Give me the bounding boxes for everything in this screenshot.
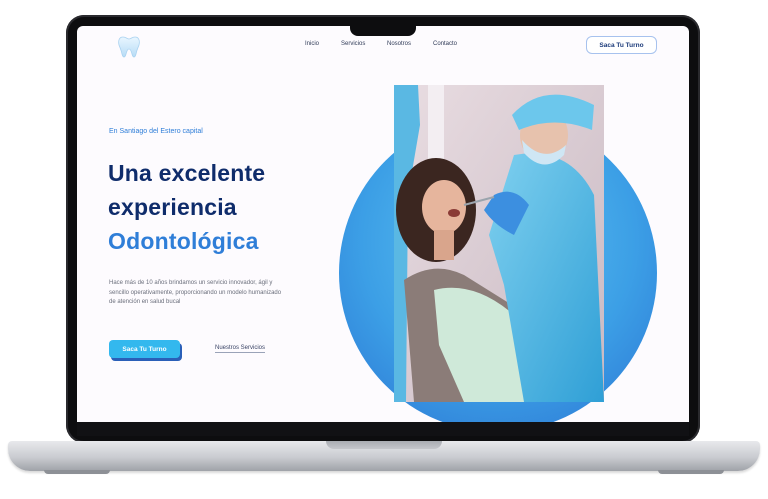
screen-bezel-bottom: [77, 422, 689, 436]
hero-photo-dentist-patient: [394, 85, 604, 402]
headline-line-1: Una excelente: [108, 160, 266, 186]
headline-line-3: Odontológica: [108, 228, 259, 254]
book-appointment-button[interactable]: Saca Tu Turno: [109, 340, 180, 358]
nav-servicios[interactable]: Servicios: [341, 41, 365, 47]
our-services-link[interactable]: Nuestros Servicios: [215, 345, 266, 353]
website-screen: Inicio Servicios Nosotros Contacto Saca …: [77, 26, 689, 422]
hero-description: Hace más de 10 años brindamos un servici…: [109, 280, 282, 305]
laptop-foot-left: [44, 470, 110, 474]
laptop-opening-groove: [326, 441, 442, 449]
header-book-appointment-button[interactable]: Saca Tu Turno: [586, 36, 657, 54]
hero-eyebrow: En Santiago del Estero capital: [109, 128, 203, 135]
nav-contacto[interactable]: Contacto: [433, 41, 457, 47]
hero-headline: Una excelente experiencia Odontológica: [108, 156, 265, 258]
laptop-foot-right: [658, 470, 724, 474]
headline-line-2: experiencia: [108, 194, 237, 220]
tooth-icon[interactable]: [117, 34, 141, 60]
nav-nosotros[interactable]: Nosotros: [387, 41, 411, 47]
camera-notch: [350, 18, 416, 36]
nav-inicio[interactable]: Inicio: [305, 41, 319, 47]
